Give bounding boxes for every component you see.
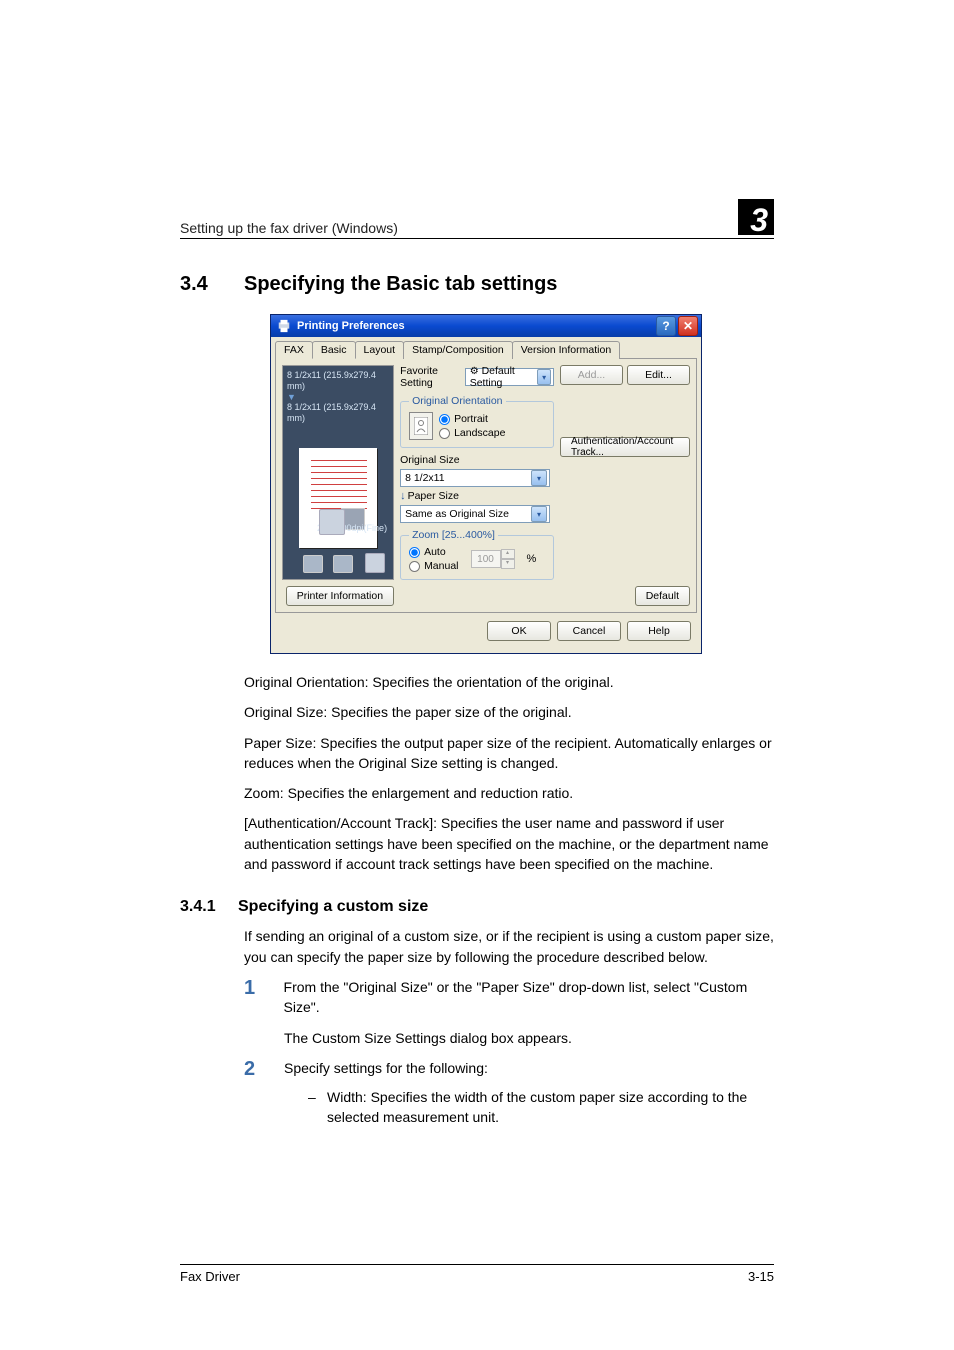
- footer-left: Fax Driver: [180, 1269, 240, 1284]
- section-title: Specifying the Basic tab settings: [244, 273, 557, 296]
- page-footer: Fax Driver 3-15: [180, 1264, 774, 1284]
- section-heading: 3.4 Specifying the Basic tab settings: [180, 273, 774, 296]
- dialog-title: Printing Preferences: [297, 320, 405, 332]
- favorite-edit-button[interactable]: Edit...: [627, 365, 690, 385]
- default-button[interactable]: Default: [635, 586, 690, 606]
- printer-information-button[interactable]: Printer Information: [286, 586, 394, 606]
- preview-size-line1: 8 1/2x11 (215.9x279.4 mm): [287, 370, 389, 392]
- step-2-text: Specify settings for the following:: [284, 1058, 488, 1078]
- zoom-auto-radio[interactable]: Auto: [409, 546, 458, 558]
- tab-layout[interactable]: Layout: [355, 341, 405, 359]
- tab-stamp-composition[interactable]: Stamp/Composition: [403, 341, 513, 359]
- step-1-text: From the "Original Size" or the "Paper S…: [284, 977, 774, 1018]
- dialog-titlebar: Printing Preferences ? ✕: [271, 315, 701, 337]
- subsection-number: 3.4.1: [180, 898, 220, 916]
- paper-size-dropdown[interactable]: Same as Original Size ▾: [400, 505, 550, 523]
- paragraph-zoom: Zoom: Specifies the enlargement and redu…: [244, 783, 774, 803]
- gear-icon: ⚙: [470, 366, 479, 377]
- original-size-value: 8 1/2x11: [405, 472, 445, 484]
- landscape-label: Landscape: [454, 427, 505, 439]
- paragraph-auth-track: [Authentication/Account Track]: Specifie…: [244, 813, 774, 874]
- subsection-title: Specifying a custom size: [238, 898, 428, 916]
- favorite-add-button[interactable]: Add...: [560, 365, 623, 385]
- subsection-heading: 3.4.1 Specifying a custom size: [180, 898, 774, 916]
- paragraph-paper-size: Paper Size: Specifies the output paper s…: [244, 733, 774, 774]
- step-1-number: 1: [244, 977, 262, 1000]
- zoom-value-spinner[interactable]: 100 ▴ ▾: [471, 549, 515, 569]
- section-number: 3.4: [180, 273, 220, 296]
- authentication-account-track-button[interactable]: Authentication/Account Track...: [560, 437, 690, 457]
- preview-view1-icon[interactable]: [303, 555, 323, 573]
- chevron-down-icon: ▾: [531, 506, 547, 522]
- original-orientation-group: Original Orientation Portrait Landscape: [400, 395, 554, 448]
- zoom-value: 100: [471, 550, 501, 568]
- page-preview-panel: 8 1/2x11 (215.9x279.4 mm) ▼ 8 1/2x11 (21…: [282, 365, 394, 580]
- orientation-landscape-radio[interactable]: Landscape: [439, 427, 505, 439]
- preview-view2-icon[interactable]: [333, 555, 353, 573]
- portrait-page-icon: [409, 412, 433, 440]
- zoom-manual-radio[interactable]: Manual: [409, 560, 458, 572]
- favorite-setting-dropdown[interactable]: ⚙ Default Setting ▾: [465, 368, 554, 386]
- zoom-auto-label: Auto: [424, 546, 446, 558]
- chevron-down-icon: ▾: [537, 369, 551, 385]
- preview-size-line2: 8 1/2x11 (215.9x279.4 mm): [287, 402, 389, 424]
- original-size-label: Original Size: [400, 454, 554, 466]
- chapter-number-box: 3: [750, 200, 774, 236]
- help-icon[interactable]: ?: [656, 316, 676, 336]
- preview-detail-icon[interactable]: [365, 553, 385, 573]
- step-1: 1 From the "Original Size" or the "Paper…: [244, 977, 774, 1018]
- step-2-sub-a-text: Width: Specifies the width of the custom…: [327, 1087, 774, 1128]
- tabs-row: FAX Basic Layout Stamp/Composition Versi…: [275, 341, 697, 359]
- subsection-intro: If sending an original of a custom size,…: [244, 926, 774, 967]
- tab-basic[interactable]: Basic: [312, 341, 356, 359]
- zoom-legend: Zoom [25...400%]: [409, 529, 498, 541]
- spinner-up-icon[interactable]: ▴: [501, 549, 515, 559]
- paper-size-value: Same as Original Size: [405, 508, 509, 520]
- step-2-number: 2: [244, 1058, 262, 1081]
- down-arrow-icon: ↓: [400, 490, 406, 502]
- paper-size-label: Paper Size: [408, 490, 459, 502]
- step-2: 2 Specify settings for the following:: [244, 1058, 774, 1081]
- tab-fax[interactable]: FAX: [275, 341, 313, 359]
- running-header: Setting up the fax driver (Windows): [180, 220, 398, 236]
- spinner-down-icon[interactable]: ▾: [501, 559, 515, 569]
- step-1-result: The Custom Size Settings dialog box appe…: [284, 1028, 774, 1048]
- zoom-manual-label: Manual: [424, 560, 458, 572]
- zoom-percent-label: %: [527, 553, 537, 565]
- chapter-number: 3: [750, 202, 774, 239]
- printing-preferences-dialog: Printing Preferences ? ✕ FAX Basic Layou…: [270, 314, 702, 654]
- favorite-setting-label: Favorite Setting: [400, 365, 459, 389]
- close-icon[interactable]: ✕: [678, 316, 698, 336]
- ok-button[interactable]: OK: [487, 621, 551, 641]
- original-orientation-legend: Original Orientation: [409, 395, 505, 407]
- chevron-down-icon: ▾: [531, 470, 547, 486]
- preview-device-icon: [319, 509, 345, 535]
- step-2-sub-a: – Width: Specifies the width of the cust…: [308, 1087, 774, 1128]
- cancel-button[interactable]: Cancel: [557, 621, 621, 641]
- tab-version-information[interactable]: Version Information: [512, 341, 620, 359]
- paragraph-original-size: Original Size: Specifies the paper size …: [244, 702, 774, 722]
- help-button[interactable]: Help: [627, 621, 691, 641]
- dash-icon: –: [308, 1087, 317, 1128]
- orientation-portrait-radio[interactable]: Portrait: [439, 413, 505, 425]
- printer-app-icon: [277, 319, 291, 333]
- original-size-dropdown[interactable]: 8 1/2x11 ▾: [400, 469, 550, 487]
- portrait-label: Portrait: [454, 413, 488, 425]
- zoom-group: Zoom [25...400%] Auto Manual 100: [400, 529, 554, 580]
- footer-right: 3-15: [748, 1269, 774, 1284]
- paragraph-orientation: Original Orientation: Specifies the orie…: [244, 672, 774, 692]
